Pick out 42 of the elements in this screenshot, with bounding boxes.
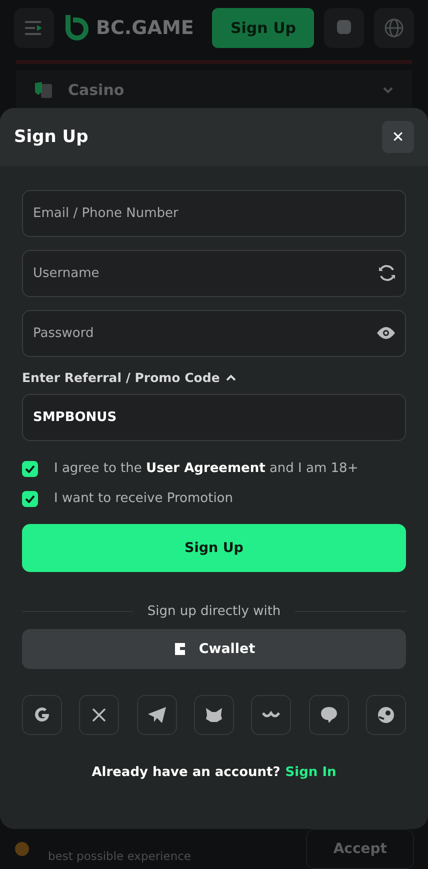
promo-code-toggle[interactable]: Enter Referral / Promo Code bbox=[22, 370, 236, 385]
social-login-button[interactable] bbox=[22, 694, 62, 735]
cookie-notice: best possible experience bbox=[48, 849, 192, 864]
eye-icon bbox=[376, 326, 396, 340]
x-icon bbox=[91, 706, 108, 723]
promo-code-field[interactable]: SMPBONUS bbox=[22, 394, 406, 441]
input-field[interactable]: Password bbox=[22, 310, 406, 357]
checkbox-label: I want to receive Promotion bbox=[54, 491, 233, 506]
social-login-button[interactable] bbox=[79, 694, 120, 735]
google-icon bbox=[33, 706, 51, 724]
sign-in-link[interactable]: Sign In bbox=[285, 765, 336, 780]
logo-icon bbox=[64, 14, 90, 42]
cookie-icon bbox=[14, 841, 30, 858]
checkbox[interactable] bbox=[22, 490, 38, 507]
chevron-down-icon bbox=[382, 86, 394, 94]
account-prompt: Already have an account? bbox=[92, 765, 280, 780]
social-login-button[interactable] bbox=[136, 694, 177, 735]
input-field[interactable]: Email / Phone Number bbox=[22, 190, 406, 237]
checkbox-label: I agree to the User Agreement and I am 18+ bbox=[54, 461, 358, 476]
caret-icon bbox=[226, 374, 236, 381]
divider-label: Sign up directly with bbox=[147, 604, 281, 619]
close-button[interactable]: ✕ bbox=[382, 120, 414, 153]
dialog-title: Sign Up bbox=[14, 126, 88, 147]
checkbox[interactable] bbox=[22, 460, 38, 477]
sign-up-submit-button[interactable]: Sign Up bbox=[22, 524, 406, 572]
chat-icon bbox=[336, 18, 352, 37]
cards-icon bbox=[34, 80, 54, 99]
paper-plane-icon bbox=[146, 706, 167, 724]
checkmark-icon bbox=[25, 464, 35, 473]
globe-icon bbox=[384, 18, 404, 38]
social-login-button[interactable] bbox=[251, 694, 292, 735]
logo-text: BC.GAME bbox=[96, 16, 194, 39]
fox-icon bbox=[204, 706, 223, 723]
refresh-icon bbox=[378, 264, 396, 282]
speech-bubble-icon bbox=[320, 706, 338, 724]
menu-icon bbox=[24, 20, 44, 36]
social-login-button[interactable] bbox=[308, 694, 349, 735]
cwallet-button[interactable]: Cwallet bbox=[22, 628, 406, 669]
checkmark-icon bbox=[25, 494, 35, 503]
social-login-button[interactable] bbox=[194, 694, 234, 735]
input-field[interactable]: Username bbox=[22, 250, 406, 297]
social-login-button[interactable] bbox=[366, 694, 406, 735]
